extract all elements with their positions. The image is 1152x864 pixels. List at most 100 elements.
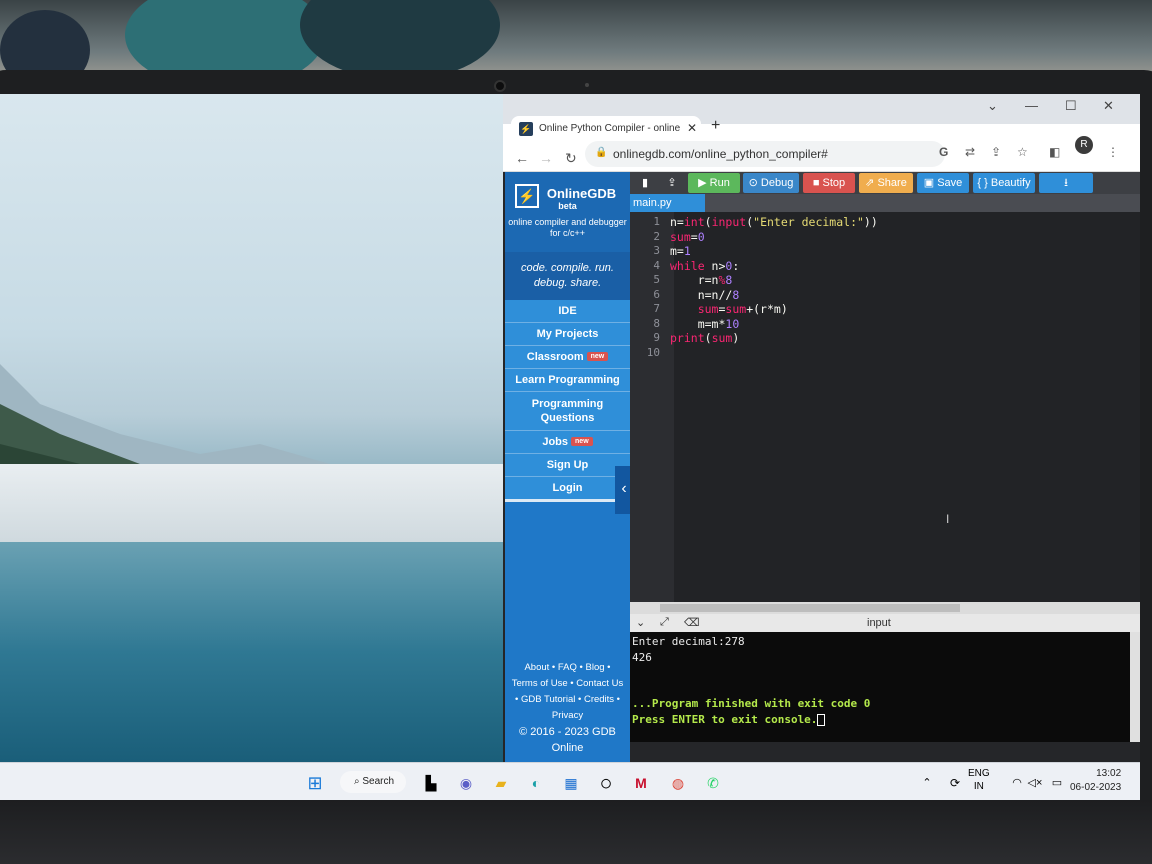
sync-icon[interactable]: ⟳ bbox=[944, 772, 966, 794]
side-panel-icon[interactable]: ◧ bbox=[1049, 145, 1060, 159]
sidebar-item-my-projects[interactable]: My Projects bbox=[505, 323, 630, 346]
tagline: code. compile. run. debug. share. bbox=[505, 252, 630, 300]
reload-icon[interactable]: ↻ bbox=[565, 150, 577, 167]
address-bar: ← → ↻ 🔒 onlinegdb.com/online_python_comp… bbox=[503, 138, 1140, 172]
maximize-icon[interactable]: ☐ bbox=[1065, 98, 1077, 114]
sidebar-item-label: Login bbox=[552, 482, 583, 495]
battery-icon[interactable]: ▭ bbox=[1046, 772, 1068, 794]
blog-link[interactable]: Blog bbox=[586, 662, 605, 673]
taskbar-search[interactable]: ⌕ Search bbox=[340, 771, 406, 793]
clock-time: 13:02 bbox=[1096, 768, 1122, 779]
sidebar-item-label: IDE bbox=[558, 305, 577, 317]
task-view-icon[interactable]: ▙ bbox=[420, 772, 442, 794]
share-button[interactable]: ⇗ Share bbox=[859, 173, 913, 193]
upload-icon[interactable]: ⇪ bbox=[660, 173, 684, 193]
bookmark-star-icon[interactable]: ☆ bbox=[1017, 145, 1028, 159]
wallpaper-snowfield bbox=[0, 464, 520, 544]
line-gutter: 1 2 3 4 5 6 7 8 9 10 bbox=[630, 212, 674, 602]
debug-button[interactable]: ⊙ Debug bbox=[743, 173, 799, 193]
console-scrollbar[interactable] bbox=[1130, 632, 1140, 742]
line-number: 2 bbox=[653, 229, 660, 243]
contact-link[interactable]: Contact Us bbox=[576, 678, 623, 689]
code-editor[interactable]: 1 2 3 4 5 6 7 8 9 10 n=int(input("Enter decimal:"… bbox=[630, 212, 1140, 602]
url-input[interactable]: 🔒 onlinegdb.com/online_python_compiler# bbox=[585, 141, 945, 167]
beautify-button[interactable]: { } Beautify bbox=[973, 173, 1035, 193]
sidebar-item-ide[interactable]: IDE bbox=[505, 300, 630, 323]
camera-led bbox=[585, 83, 589, 87]
sidebar-item-label: Learn Programming bbox=[515, 374, 620, 387]
tutorial-link[interactable]: GDB Tutorial bbox=[521, 694, 575, 705]
sidebar-item-label: Classroom bbox=[526, 351, 584, 363]
backpack-dark bbox=[300, 0, 500, 80]
lock-icon: 🔒 bbox=[595, 147, 608, 158]
file-explorer-icon[interactable]: ▰ bbox=[490, 772, 512, 794]
lang-top: ENG bbox=[968, 768, 990, 779]
privacy-link[interactable]: Privacy bbox=[552, 710, 583, 721]
close-window-icon[interactable]: ✕ bbox=[1103, 98, 1114, 114]
console-output[interactable]: Enter decimal:278 426 ...Program finished… bbox=[630, 632, 1130, 742]
save-button[interactable]: ▣ Save bbox=[917, 173, 969, 193]
console-line: 426 bbox=[632, 650, 652, 664]
scroll-thumb[interactable] bbox=[660, 604, 960, 612]
menu-dots-icon[interactable]: ⋮ bbox=[1107, 145, 1119, 159]
sidebar-item-programming-questions[interactable]: Programming Questions bbox=[505, 392, 630, 432]
save-label: Save bbox=[937, 177, 963, 189]
translate-icon[interactable]: ⇄ bbox=[965, 145, 975, 159]
dell-icon[interactable]: ◯ bbox=[595, 772, 617, 794]
about-link[interactable]: About bbox=[524, 662, 549, 673]
sidebar-item-learn-programming[interactable]: Learn Programming bbox=[505, 369, 630, 393]
expand-panel-icon[interactable]: ⤢ bbox=[660, 616, 669, 629]
taskbar: ⊞ ⌕ Search ▙ ◉ ▰ ◐ ▦ ◯ M ◍ ✆ ⌃ ⟳ ENG IN ◠… bbox=[0, 762, 1140, 800]
sidebar: ⚡ OnlineGDB beta online compiler and deb… bbox=[505, 172, 633, 762]
tab-title: Online Python Compiler - online bbox=[539, 123, 681, 134]
minimize-icon[interactable]: — bbox=[1025, 98, 1038, 113]
google-icon[interactable]: G bbox=[939, 145, 948, 159]
brand-block: ⚡ OnlineGDB beta online compiler and deb… bbox=[505, 172, 630, 252]
sidebar-item-label: Jobs bbox=[542, 436, 569, 449]
forward-icon[interactable]: → bbox=[539, 150, 553, 166]
laptop-screen: ⌄ — ☐ ✕ ⚡ Online Python Compiler - onlin… bbox=[0, 94, 1140, 800]
search-icon: ⌕ bbox=[354, 776, 360, 787]
stop-button[interactable]: ■ Stop bbox=[803, 173, 855, 193]
credits-link[interactable]: Credits bbox=[584, 694, 614, 705]
whatsapp-icon[interactable]: ✆ bbox=[702, 772, 724, 794]
teams-chat-icon[interactable]: ◉ bbox=[455, 772, 477, 794]
sidebar-footer: About • FAQ • Blog • Terms of Use • Cont… bbox=[505, 660, 630, 756]
lang-bottom: IN bbox=[973, 781, 984, 792]
edge-icon[interactable]: ◐ bbox=[525, 772, 547, 794]
run-label: Run bbox=[709, 177, 730, 189]
browser-window: ⌄ — ☐ ✕ ⚡ Online Python Compiler - onlin… bbox=[503, 94, 1140, 762]
sidebar-item-login[interactable]: Login bbox=[505, 477, 630, 503]
io-mode-label: input bbox=[867, 617, 891, 629]
run-button[interactable]: ▶ Run bbox=[688, 173, 740, 193]
horizontal-scrollbar[interactable] bbox=[630, 602, 1140, 614]
file-tab-main-py[interactable]: main.py bbox=[630, 194, 705, 212]
console-prompt-line: Press ENTER to exit console. bbox=[632, 712, 1128, 728]
collapse-panel-icon[interactable]: ⌄ bbox=[636, 616, 645, 629]
faq-link[interactable]: FAQ bbox=[558, 662, 577, 673]
tray-chevron-icon[interactable]: ⌃ bbox=[916, 772, 938, 794]
chrome-icon[interactable]: ◍ bbox=[667, 772, 689, 794]
share-page-icon[interactable]: ⇪ bbox=[991, 145, 1001, 159]
sidebar-item-classroom[interactable]: Classroom new bbox=[505, 346, 630, 370]
url-text: onlinegdb.com/online_python_compiler# bbox=[613, 147, 828, 161]
code-content[interactable]: n=int(input("Enter decimal:")) sum=0 m=1… bbox=[670, 215, 878, 346]
profile-avatar[interactable]: R bbox=[1075, 136, 1093, 154]
clear-console-icon[interactable]: ⌫ bbox=[684, 616, 700, 629]
store-icon[interactable]: ▦ bbox=[560, 772, 582, 794]
windows-start-icon[interactable]: ⊞ bbox=[304, 772, 326, 794]
clock[interactable]: 13:02 06-02-2023 bbox=[1070, 767, 1121, 795]
mute-icon[interactable]: ◁× bbox=[1024, 772, 1046, 794]
download-icon[interactable]: ⭳ bbox=[1039, 173, 1093, 193]
back-icon[interactable]: ← bbox=[515, 150, 529, 166]
terms-link[interactable]: Terms of Use bbox=[512, 678, 568, 689]
sidebar-item-jobs[interactable]: Jobs new bbox=[505, 431, 630, 455]
language-indicator[interactable]: ENG IN bbox=[968, 767, 990, 793]
mcafee-icon[interactable]: M bbox=[630, 772, 652, 794]
toolbar: ▮ ⇪ ▶ Run ⊙ Debug ■ Stop ⇗ Share ▣ Save … bbox=[630, 172, 1140, 194]
new-file-icon[interactable]: ▮ bbox=[634, 173, 656, 193]
new-tab-icon[interactable]: + bbox=[711, 117, 720, 135]
sidebar-item-sign-up[interactable]: Sign Up bbox=[505, 454, 630, 478]
tab-search-icon[interactable]: ⌄ bbox=[987, 98, 998, 114]
close-tab-icon[interactable]: ✕ bbox=[687, 121, 697, 135]
